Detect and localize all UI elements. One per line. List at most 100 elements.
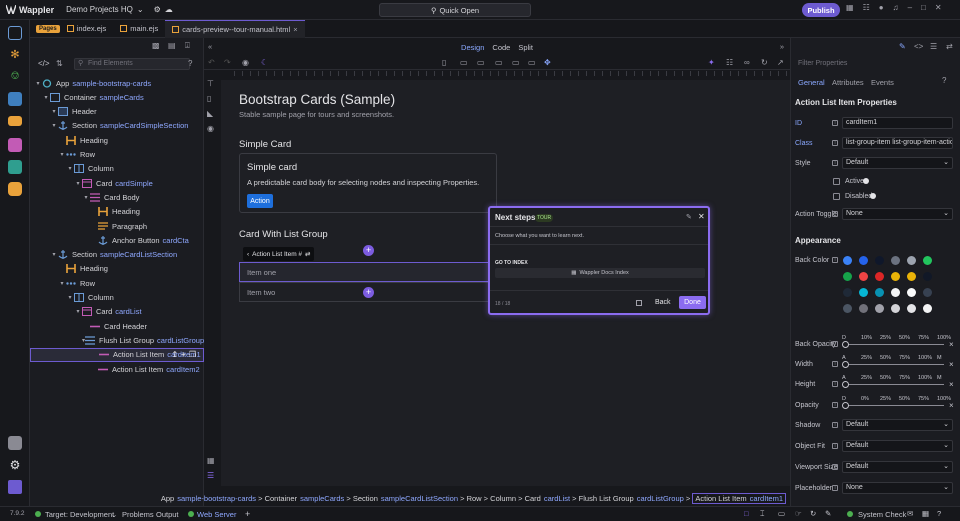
layout-icon[interactable]: ▦ <box>846 3 854 12</box>
tree-node[interactable]: ▾ Card cardList <box>30 305 204 319</box>
code-mode-button[interactable]: Code <box>492 43 510 52</box>
workflows-icon[interactable]: ✻ <box>8 48 22 62</box>
filter-properties-input[interactable]: Filter Properties <box>795 58 895 70</box>
tree-node[interactable]: ▾ Section sampleCardListSection <box>30 248 204 262</box>
insert-after-button[interactable]: + <box>363 287 374 298</box>
slider-thumb[interactable] <box>842 361 849 368</box>
find-elements-input[interactable]: ⚲ Find Elements <box>74 58 190 70</box>
slider-thumb[interactable] <box>842 402 849 409</box>
stack-icon[interactable]: ☰ <box>930 42 937 51</box>
breadcrumb-item[interactable]: Flush List Group cardListGroup <box>579 494 684 503</box>
tree-node[interactable]: Card Header <box>30 319 204 333</box>
eye-icon[interactable]: ◉ <box>207 124 214 133</box>
bottle-icon[interactable]: ▯ <box>207 94 211 103</box>
opacity-slider[interactable]: D 0% 25% 50% 75% 100% <box>842 396 953 409</box>
tab-events[interactable]: Events <box>871 78 894 87</box>
insert-before-button[interactable]: + <box>363 245 374 256</box>
camera-icon[interactable]: ◉ <box>242 58 249 67</box>
component-icon[interactable]: ▩ <box>152 41 160 50</box>
layout-toggle-icon[interactable]: □ <box>744 509 749 518</box>
edit-props-icon[interactable]: ✎ <box>899 42 906 51</box>
extensions-icon[interactable] <box>8 182 22 196</box>
pages-icon[interactable] <box>8 26 22 40</box>
color-swatch[interactable] <box>843 272 852 281</box>
brush-icon[interactable]: ✎ <box>825 509 831 518</box>
tour-close-icon[interactable]: ✕ <box>698 212 705 221</box>
height-slider[interactable]: A 25% 50% 75% 100% M <box>842 375 953 388</box>
tree-icon[interactable]: ⍗ <box>185 41 190 51</box>
grid-icon[interactable]: ▦ <box>922 509 929 518</box>
clear-icon[interactable]: × <box>949 340 954 349</box>
tree-node[interactable]: Paragraph <box>30 219 204 233</box>
assets-icon[interactable] <box>8 138 22 152</box>
action-button[interactable]: Action <box>247 194 273 208</box>
list-card-heading[interactable]: Card With List Group <box>239 229 328 240</box>
clear-icon[interactable]: × <box>949 360 954 369</box>
slider-track[interactable] <box>844 344 944 345</box>
chevron-down-icon[interactable]: ▾ <box>66 165 74 172</box>
drop-icon[interactable]: ● <box>879 3 884 12</box>
color-swatch[interactable] <box>907 256 916 265</box>
tab-main[interactable]: main.ejs <box>113 20 165 38</box>
slider-thumb[interactable] <box>842 381 849 388</box>
color-swatch[interactable] <box>923 304 932 313</box>
color-swatch[interactable] <box>907 272 916 281</box>
color-swatch[interactable] <box>923 272 932 281</box>
tour-back-button[interactable]: Back <box>655 299 671 306</box>
tree-node[interactable]: ▾ Section sampleCardSimpleSection <box>30 119 204 133</box>
copy-icon[interactable]: ☷ <box>726 58 733 67</box>
tree-node[interactable]: ▾ Column <box>30 291 204 305</box>
output-button[interactable]: Output <box>156 510 179 519</box>
info-icon[interactable]: i <box>832 120 838 126</box>
style-select[interactable]: Default ⌄ <box>842 157 953 169</box>
color-swatch[interactable] <box>875 304 884 313</box>
tree-node[interactable]: ▾ Card Body <box>30 190 204 204</box>
beta-feature-icon[interactable] <box>8 436 22 450</box>
breadcrumb-item[interactable]: Row <box>467 494 482 503</box>
node-actions-icon[interactable]: ↥+❐ <box>171 350 199 359</box>
routing-icon[interactable] <box>8 116 22 126</box>
chevron-down-icon[interactable]: ▾ <box>34 80 42 87</box>
color-swatch[interactable] <box>859 272 868 281</box>
code-props-icon[interactable]: <> <box>914 42 923 51</box>
id-input[interactable]: cardItem1 <box>842 117 953 129</box>
tree-node[interactable]: ▾ Flush List Group cardListGroup <box>30 333 204 347</box>
color-swatch[interactable] <box>875 288 884 297</box>
tab-attributes[interactable]: Attributes <box>832 78 864 87</box>
tour-done-button[interactable]: Done <box>679 296 706 309</box>
device-tablet-icon[interactable]: ▭ <box>460 58 468 67</box>
split-mode-button[interactable]: Split <box>518 43 533 52</box>
color-swatch[interactable] <box>875 256 884 265</box>
refresh-icon[interactable]: ↻ <box>761 58 768 67</box>
device-tablet-wide-icon[interactable]: ▭ <box>477 58 485 67</box>
viewport-size-select[interactable]: Default ⌄ <box>842 461 953 473</box>
bell-icon[interactable]: ♫ <box>893 3 899 12</box>
info-icon[interactable]: i <box>832 341 838 347</box>
tree-node[interactable]: Heading <box>30 205 204 219</box>
object-fit-select[interactable]: Default ⌄ <box>842 440 953 452</box>
cloud-icon[interactable]: ☁ <box>165 5 173 14</box>
card-text[interactable]: A predictable card body for selecting no… <box>247 178 479 187</box>
grid-icon[interactable]: ▦ <box>207 456 215 465</box>
info-icon[interactable]: i <box>832 422 838 428</box>
breadcrumb-item[interactable]: Card cardList <box>525 494 571 503</box>
maximize-icon[interactable]: □ <box>921 3 926 12</box>
tree-node[interactable]: ▾ Row <box>30 276 204 290</box>
design-mode-button[interactable]: Design <box>461 43 484 52</box>
publish-button[interactable]: Publish <box>802 3 840 17</box>
color-swatch[interactable] <box>859 288 868 297</box>
simple-card-heading[interactable]: Simple Card <box>239 139 291 150</box>
tab-index[interactable]: index.ejs <box>60 20 114 38</box>
tab-cards-preview[interactable]: cards-preview--tour-manual.html × <box>165 19 305 38</box>
color-swatch[interactable] <box>843 256 852 265</box>
quick-open-button[interactable]: ⚲ Quick Open <box>379 3 531 17</box>
color-swatch[interactable] <box>891 288 900 297</box>
help-icon[interactable]: ? <box>942 76 946 85</box>
git-icon[interactable]: ⎊ <box>8 70 22 84</box>
tree-node[interactable]: ▾ Container sampleCards <box>30 90 204 104</box>
tour-checkbox[interactable] <box>636 300 642 306</box>
link-icon[interactable]: ∞ <box>744 58 750 67</box>
device-wide-icon[interactable]: ▭ <box>528 58 536 67</box>
clear-icon[interactable]: × <box>949 401 954 410</box>
chevron-down-icon[interactable]: ▾ <box>74 180 82 187</box>
